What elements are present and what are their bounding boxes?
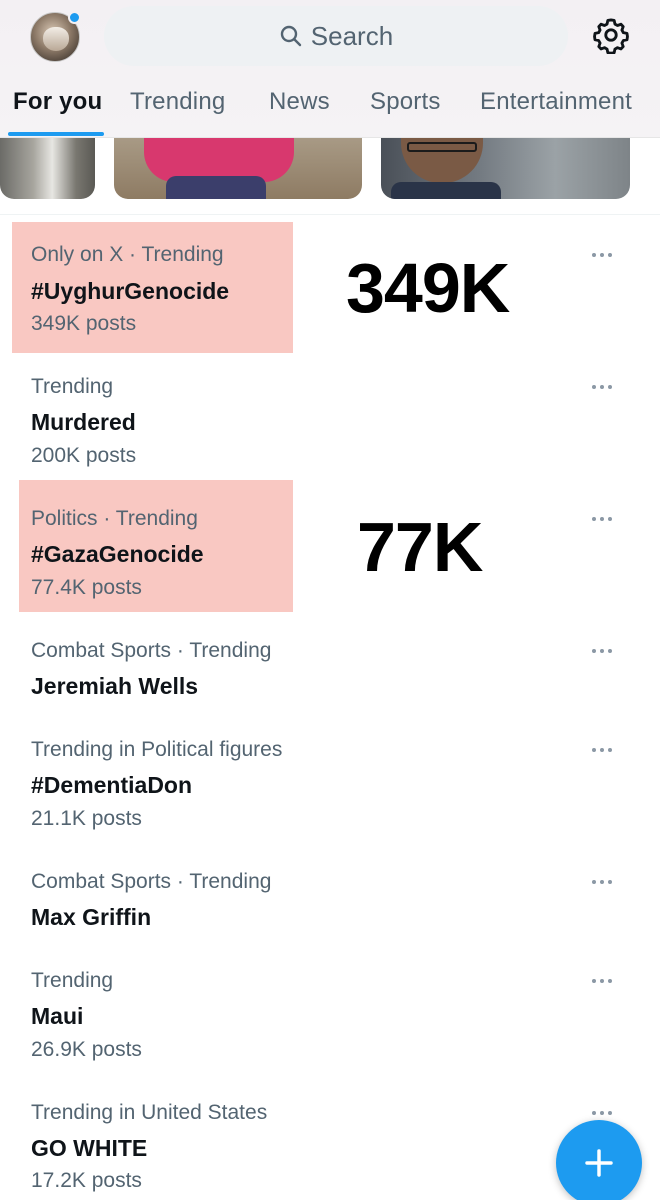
more-dots-icon[interactable] — [592, 250, 618, 260]
trend-topic: Maui — [31, 1003, 84, 1029]
carousel-image[interactable] — [381, 138, 630, 199]
trend-topic: Max Griffin — [31, 904, 152, 930]
annotation-large-count: 77K — [357, 508, 483, 586]
trend-post-count: 17.2K posts — [31, 1169, 142, 1192]
trend-context: Combat Sports · Trending — [31, 870, 272, 893]
image-detail — [166, 176, 266, 199]
trend-context: Trending — [31, 375, 114, 398]
trend-context: Only on X · Trending — [31, 243, 224, 266]
more-dots-icon[interactable] — [592, 1108, 618, 1118]
more-dots-icon[interactable] — [592, 877, 618, 887]
tab-trending[interactable]: Trending — [130, 88, 225, 116]
trend-post-count: 26.9K posts — [31, 1038, 142, 1061]
trend-post-count: 21.1K posts — [31, 807, 142, 830]
compose-button[interactable] — [556, 1120, 642, 1200]
avatar-image — [43, 27, 69, 51]
trend-topic: #UyghurGenocide — [31, 278, 230, 304]
more-dots-icon[interactable] — [592, 382, 618, 392]
tab-sports[interactable]: Sports — [370, 88, 441, 116]
trend-topic: #DementiaDon — [31, 772, 193, 798]
search-bar[interactable]: Search — [104, 6, 568, 66]
trend-context: Politics · Trending — [31, 507, 198, 530]
trend-post-count: 349K posts — [31, 312, 137, 335]
trend-topic: GO WHITE — [31, 1135, 148, 1161]
active-tab-indicator — [8, 132, 104, 136]
carousel-image[interactable] — [114, 138, 362, 199]
image-detail — [391, 182, 501, 199]
annotation-large-count: 349K — [346, 249, 510, 327]
more-dots-icon[interactable] — [592, 514, 618, 524]
notification-dot — [68, 11, 81, 24]
search-icon — [280, 25, 301, 47]
gear-icon[interactable] — [592, 16, 630, 54]
trend-context: Combat Sports · Trending — [31, 639, 272, 662]
trend-context: Trending — [31, 969, 114, 992]
tab-for-you[interactable]: For you — [13, 88, 102, 116]
trend-context: Trending in United States — [31, 1101, 268, 1124]
profile-avatar[interactable] — [30, 11, 81, 62]
section-divider — [0, 214, 660, 215]
trending-image-carousel — [0, 138, 660, 200]
trend-context: Trending in Political figures — [31, 738, 283, 761]
trend-post-count: 77.4K posts — [31, 576, 142, 599]
carousel-image[interactable] — [0, 138, 95, 199]
image-detail — [407, 142, 477, 152]
trend-topic: #GazaGenocide — [31, 541, 204, 567]
tab-news[interactable]: News — [269, 88, 330, 116]
top-header: Search For you Trending News Sports Ente… — [0, 0, 660, 138]
more-dots-icon[interactable] — [592, 976, 618, 986]
trend-topic: Murdered — [31, 409, 136, 435]
more-dots-icon[interactable] — [592, 646, 618, 656]
more-dots-icon[interactable] — [592, 745, 618, 755]
tab-bar: For you Trending News Sports Entertainme… — [0, 80, 660, 138]
search-placeholder: Search — [310, 20, 394, 51]
plus-icon — [585, 1149, 613, 1177]
tab-entertainment[interactable]: Entertainment — [480, 88, 632, 116]
trend-topic: Jeremiah Wells — [31, 673, 199, 699]
trend-post-count: 200K posts — [31, 444, 137, 467]
